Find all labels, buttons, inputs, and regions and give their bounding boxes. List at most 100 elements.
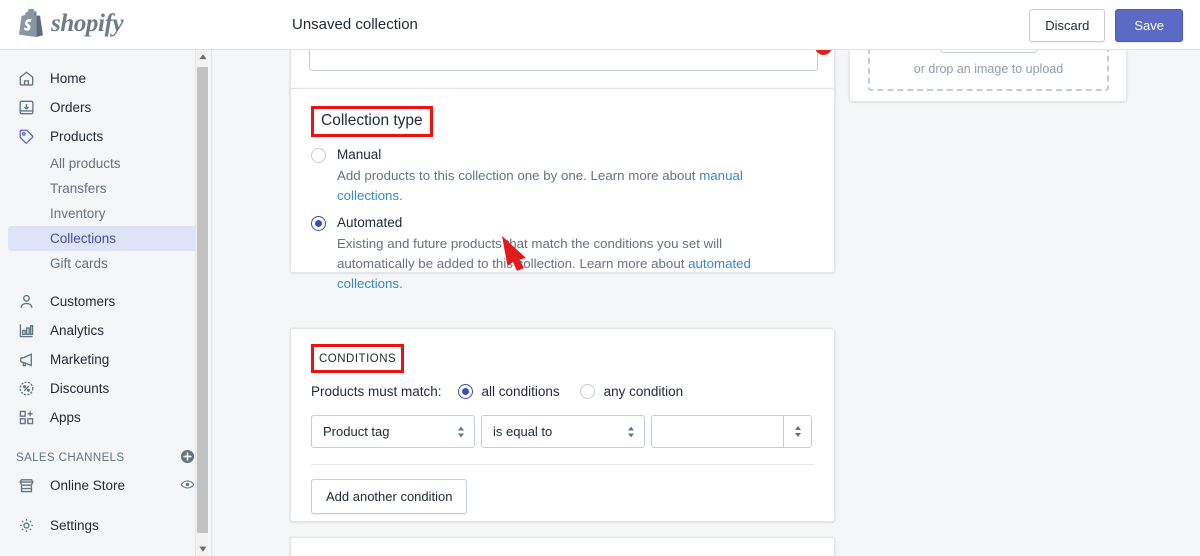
match-option-all[interactable]: all conditions [457, 384, 560, 399]
radio-automated[interactable] [311, 216, 326, 231]
add-another-condition-button[interactable]: Add another condition [311, 479, 468, 514]
nav-spacer-2 [0, 432, 211, 443]
sidebar-item-products[interactable]: Products [8, 122, 203, 151]
sidebar-item-orders[interactable]: Orders [8, 93, 203, 122]
sidebar-item-label: Orders [50, 100, 92, 115]
condition-value-stepper[interactable] [783, 415, 812, 448]
sidebar-item-analytics[interactable]: Analytics [8, 316, 203, 345]
sidebar-item-all-products[interactable]: All products [8, 151, 203, 176]
sidebar-item-label: Home [50, 71, 87, 86]
condition-value-input[interactable] [651, 415, 783, 448]
shopify-bag-icon [18, 6, 44, 38]
drop-zone-text: or drop an image to upload [913, 62, 1064, 76]
manual-help-prefix: Add products to this collection one by o… [337, 168, 700, 183]
main-content: Collection type Manual Add products to t… [212, 50, 1200, 556]
page-title: Unsaved collection [292, 16, 418, 33]
conditions-card: CONDITIONS Products must match: all cond… [290, 328, 835, 522]
shopify-admin-window: shopify Unsaved collection Discard Save … [0, 0, 1200, 556]
sidebar-subitem-label: Collections [50, 231, 117, 246]
storefront-icon [16, 476, 36, 496]
sidebar-nav: Home Orders Products All products Transf… [0, 50, 211, 540]
radio-automated-label: Automated [337, 215, 403, 230]
conditions-header: CONDITIONS [291, 329, 834, 373]
collection-type-option-automated[interactable]: Automated [291, 214, 834, 231]
upload-image-button[interactable] [940, 50, 1037, 53]
collection-type-option-manual[interactable]: Manual [291, 146, 834, 163]
discard-button[interactable]: Discard [1029, 9, 1106, 42]
automated-help-prefix: Existing and future products that match … [337, 236, 723, 271]
conditions-heading-highlight: CONDITIONS [311, 344, 405, 373]
percent-badge-icon [16, 379, 36, 399]
plus-circle-icon[interactable] [180, 449, 195, 467]
sidebar-item-label: Customers [50, 294, 116, 309]
sidebar-item-collections[interactable]: Collections [8, 226, 203, 251]
stepper-caret-icon [456, 424, 466, 439]
save-button[interactable]: Save [1115, 9, 1183, 42]
condition-row: Product tag is equal to [291, 415, 834, 448]
sidebar-item-customers[interactable]: Customers [8, 287, 203, 316]
caret-down-icon[interactable] [196, 542, 209, 556]
top-bar: shopify Unsaved collection Discard Save [0, 0, 1200, 50]
sidebar-item-inventory[interactable]: Inventory [8, 201, 203, 226]
sales-channels-header: SALES CHANNELS [16, 443, 195, 471]
condition-operator-select[interactable]: is equal to [481, 415, 645, 448]
eye-icon[interactable] [180, 477, 195, 495]
shopify-brand[interactable]: shopify [18, 6, 124, 38]
sidebar-item-label: Marketing [50, 352, 110, 367]
automated-help-suffix: . [399, 276, 403, 291]
radio-any-condition[interactable] [579, 384, 595, 399]
sidebar-item-label: Analytics [50, 323, 105, 338]
radio-any-condition-label: any condition [603, 384, 684, 399]
orders-inbox-icon [16, 98, 36, 118]
megaphone-icon [16, 350, 36, 370]
radio-manual[interactable] [311, 148, 326, 163]
condition-field-select[interactable]: Product tag [311, 415, 475, 448]
tag-icon [16, 127, 36, 147]
sidebar-scrollbar[interactable] [195, 50, 208, 556]
collection-image-card: or drop an image to upload [849, 50, 1127, 102]
sidebar-subitem-label: Gift cards [50, 256, 108, 271]
match-option-any[interactable]: any condition [579, 384, 684, 399]
stepper-caret-icon [626, 424, 636, 439]
radio-all-conditions-label: all conditions [481, 384, 560, 399]
apps-grid-plus-icon [16, 408, 36, 428]
sidebar-subitem-label: Transfers [50, 181, 107, 196]
home-icon [16, 69, 36, 89]
person-icon [16, 292, 36, 312]
collection-type-heading: Collection type [321, 112, 423, 129]
sidebar-item-transfers[interactable]: Transfers [8, 176, 203, 201]
caret-up-icon[interactable] [196, 50, 209, 64]
sidebar-item-discounts[interactable]: Discounts [8, 374, 203, 403]
sidebar-item-label: Products [50, 129, 104, 144]
topbar-actions: Discard Save [1029, 9, 1183, 42]
condition-value-group [651, 415, 812, 448]
collection-type-header: Collection type [291, 89, 834, 137]
seo-preview-card: Search engine listing preview Summer col… [290, 537, 835, 556]
manual-help-suffix: . [399, 188, 403, 203]
conditions-divider [311, 464, 814, 465]
conditions-heading: CONDITIONS [319, 353, 397, 365]
image-drop-zone[interactable]: or drop an image to upload [868, 50, 1109, 91]
collection-description-field[interactable] [309, 50, 818, 71]
products-must-match-row: Products must match: all conditions any … [291, 384, 834, 399]
collection-type-heading-highlight: Collection type [311, 106, 433, 137]
sidebar-item-gift-cards[interactable]: Gift cards [8, 251, 203, 276]
bar-chart-icon [16, 321, 36, 341]
collection-type-card: Collection type Manual Add products to t… [290, 88, 835, 291]
sidebar-item-marketing[interactable]: Marketing [8, 345, 203, 374]
automated-help-text: Existing and future products that match … [291, 231, 791, 294]
sidebar-item-online-store[interactable]: Online Store [8, 471, 203, 500]
nav-spacer-3 [0, 500, 211, 511]
sidebar-item-settings[interactable]: Settings [8, 511, 203, 540]
sidebar-item-home[interactable]: Home [8, 64, 203, 93]
products-must-match-label: Products must match: [311, 384, 442, 399]
sidebar-item-apps[interactable]: Apps [8, 403, 203, 432]
sidebar: Home Orders Products All products Transf… [0, 50, 212, 556]
condition-operator-value: is equal to [493, 424, 553, 439]
sidebar-subitem-label: Inventory [50, 206, 106, 221]
radio-all-conditions[interactable] [457, 384, 473, 399]
scrollbar-thumb[interactable] [197, 67, 208, 533]
sidebar-item-label: Online Store [50, 478, 126, 493]
sidebar-item-label: Apps [50, 410, 81, 425]
